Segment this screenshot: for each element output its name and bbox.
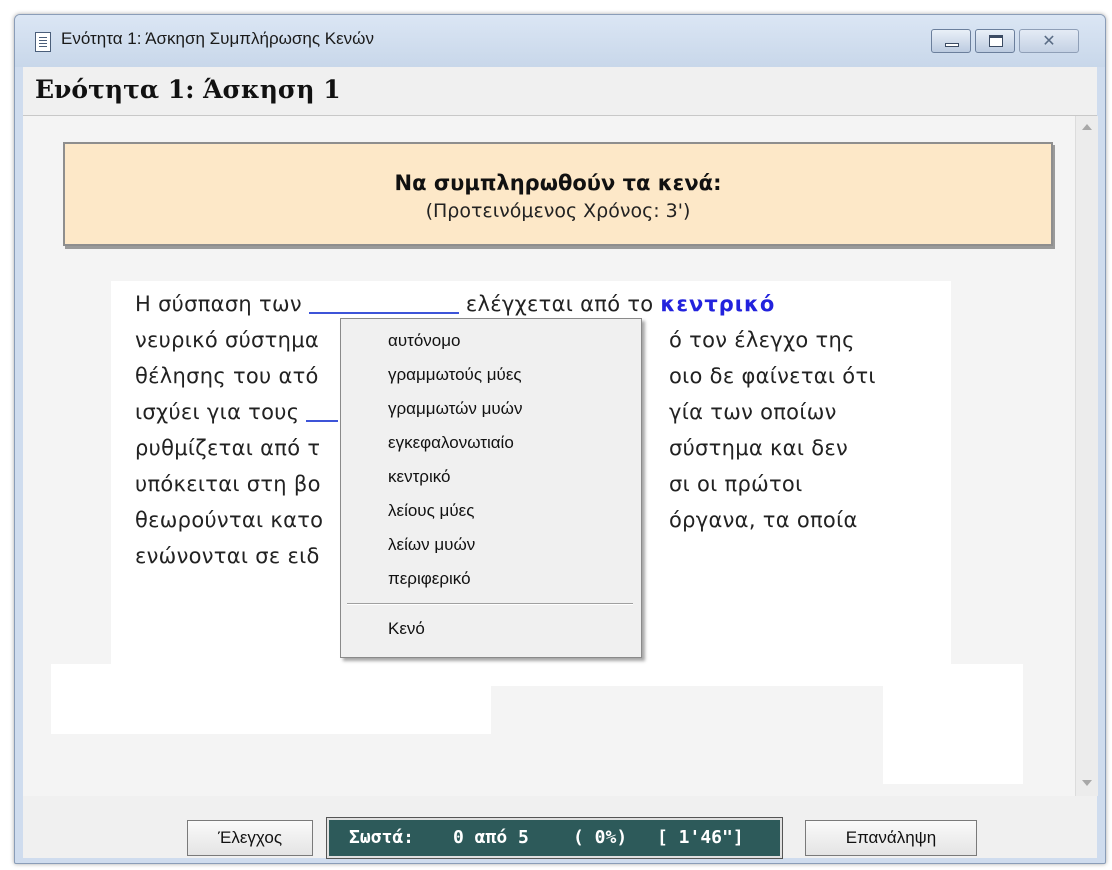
menu-item[interactable]: γραμμωτών μυών — [388, 399, 522, 419]
bottom-bar: Έλεγχος Σωστά: 0 από 5 ( 0%) [ 1'46"] Επ… — [23, 796, 1097, 859]
repeat-button[interactable]: Επανάληψη — [805, 820, 977, 856]
close-button[interactable]: ✕ — [1019, 29, 1079, 53]
maximize-button[interactable] — [975, 29, 1015, 53]
text-line-3-right: οιο δε φαίνεται ότι — [669, 364, 876, 388]
menu-item[interactable]: αυτόνομο — [388, 331, 461, 351]
text-line-1: Η σύσπαση των ελέγχεται από το κεντρικό — [135, 292, 775, 316]
text-segment: ελέγχεται από το — [458, 292, 661, 316]
title-bar[interactable]: Ενότητα 1: Άσκηση Συμπλήρωσης Κενών ✕ — [15, 15, 1105, 67]
maximize-icon — [989, 35, 1003, 47]
instructions-title: Να συμπληρωθούν τα κενά: — [394, 171, 722, 195]
scroll-down-icon[interactable] — [1082, 780, 1092, 786]
text-segment: νευρικό σύστημα — [135, 328, 319, 352]
menu-separator — [347, 603, 633, 605]
text-segment: ισχύει για τους — [135, 400, 307, 424]
text-area-lower-left — [51, 664, 111, 734]
check-button[interactable]: Έλεγχος — [187, 820, 313, 856]
text-line-7: θεωρούνται κατο — [135, 508, 324, 532]
heading-bar: Ενότητα 1: Άσκηση 1 — [23, 67, 1097, 116]
text-line-6: υπόκειται στη βο — [135, 472, 321, 496]
text-segment: Η σύσπαση των — [135, 292, 309, 316]
text-line-3: θέλησης του ατό — [135, 364, 319, 388]
instructions-box: Να συμπληρωθούν τα κενά: (Προτεινόμενος … — [63, 142, 1053, 246]
menu-item[interactable]: γραμμωτούς μύες — [388, 365, 522, 385]
text-line-2: νευρικό σύστημα — [135, 328, 319, 352]
text-line-4-right: γία των οποίων — [669, 400, 837, 424]
score-percent: ( 0%) — [573, 827, 628, 848]
menu-item[interactable]: περιφερικό — [388, 569, 471, 589]
vertical-scrollbar[interactable] — [1075, 116, 1098, 796]
menu-item[interactable]: λείους μύες — [388, 501, 474, 521]
document-icon — [35, 32, 51, 52]
menu-item[interactable]: εγκεφαλονωτιαίο — [388, 433, 514, 453]
text-line-5-right: σύστημα και δεν — [669, 436, 849, 460]
text-area-lower — [111, 664, 491, 734]
score-count: 0 από 5 — [453, 827, 529, 848]
text-line-2-right: ό τον έλεγχο της — [669, 328, 855, 352]
score-time: [ 1'46"] — [657, 827, 744, 848]
score-status: Σωστά: 0 από 5 ( 0%) [ 1'46"] — [326, 817, 783, 859]
menu-item[interactable]: λείων μυών — [388, 535, 475, 555]
blank-3[interactable] — [306, 400, 339, 422]
text-line-7-right: όργανα, τα οποία — [669, 508, 858, 532]
window-title: Ενότητα 1: Άσκηση Συμπλήρωσης Κενών — [61, 29, 374, 48]
text-line-4: ισχύει για τους — [135, 400, 339, 424]
text-area-lower-right — [883, 664, 1023, 784]
score-label: Σωστά: — [349, 827, 415, 848]
close-icon: ✕ — [1042, 31, 1056, 50]
filled-blank-2[interactable]: κεντρικό — [660, 292, 775, 316]
menu-item[interactable]: κεντρικό — [388, 467, 451, 487]
text-line-5: ρυθμίζεται από τ — [135, 436, 321, 460]
instructions-subtitle: (Προτεινόμενος Χρόνος: 3') — [425, 200, 691, 222]
page-title: Ενότητα 1: Άσκηση 1 — [35, 75, 341, 104]
menu-item-empty[interactable]: Κενό — [388, 619, 425, 639]
blank-1[interactable] — [308, 292, 459, 314]
blank-options-menu: αυτόνομο γραμμωτούς μύες γραμμωτών μυών … — [340, 318, 642, 658]
text-line-6-right: σι οι πρώτοι — [669, 472, 803, 496]
minimize-icon — [945, 43, 959, 47]
minimize-button[interactable] — [931, 29, 971, 53]
scroll-up-icon[interactable] — [1082, 124, 1092, 130]
text-line-8: ενώνονται σε ειδ — [135, 544, 320, 568]
